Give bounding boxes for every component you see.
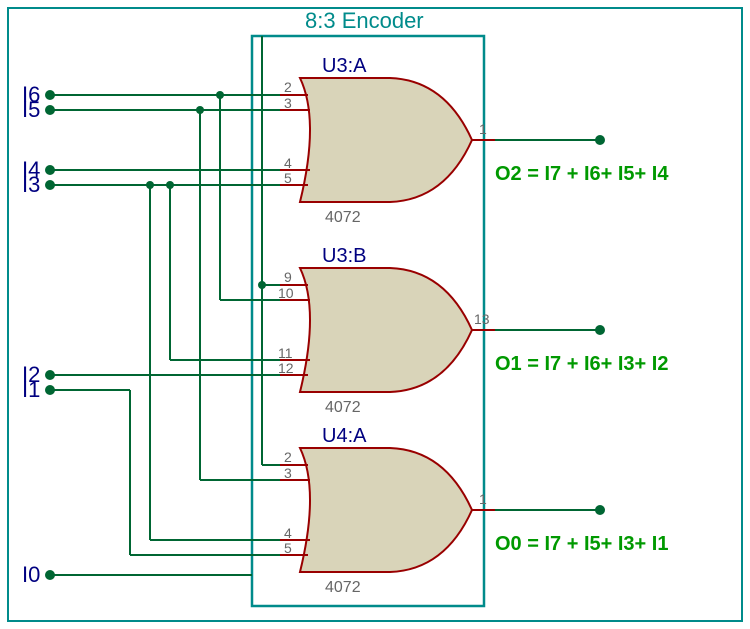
input-i0: I0 [22,562,40,587]
svg-text:4: 4 [284,525,292,541]
input-i1: I1 [22,377,40,402]
svg-text:4072: 4072 [325,579,361,596]
svg-text:12: 12 [278,360,294,376]
svg-text:10: 10 [278,285,294,301]
svg-text:4072: 4072 [325,399,361,416]
output-o0: O0 = I7 + I5+ I3+ I1 [495,533,668,555]
svg-text:2: 2 [284,449,292,465]
svg-text:11: 11 [278,345,293,361]
gate-u4a: U4:A 2 3 4 5 1 4072 [280,425,495,596]
gate-u3b-label: U3:B [322,245,366,267]
svg-text:9: 9 [284,269,292,285]
svg-text:4072: 4072 [325,209,361,226]
svg-text:1: 1 [479,491,487,507]
svg-text:3: 3 [284,465,292,481]
svg-text:3: 3 [284,95,292,111]
encoder-diagram: 8:3 Encoder U3:A 2 3 4 5 1 4072 U3:B 9 1… [0,0,750,629]
svg-text:4: 4 [284,155,292,171]
gate-u3a: U3:A 2 3 4 5 1 4072 [280,55,495,226]
svg-text:1: 1 [479,121,487,137]
svg-text:2: 2 [284,79,292,95]
input-i5: I5 [22,97,40,122]
svg-text:5: 5 [284,540,292,556]
gate-u4a-label: U4:A [322,425,367,447]
svg-text:5: 5 [284,170,292,186]
output-o2: O2 = I7 + I6+ I5+ I4 [495,163,669,185]
svg-text:13: 13 [474,311,490,327]
output-o1: O1 = I7 + I6+ I3+ I2 [495,353,668,375]
gate-u3a-label: U3:A [322,55,367,77]
encoder-title: 8:3 Encoder [305,8,424,33]
input-i3: I3 [22,172,40,197]
gate-u3b: U3:B 9 10 11 12 13 4072 [278,245,495,416]
